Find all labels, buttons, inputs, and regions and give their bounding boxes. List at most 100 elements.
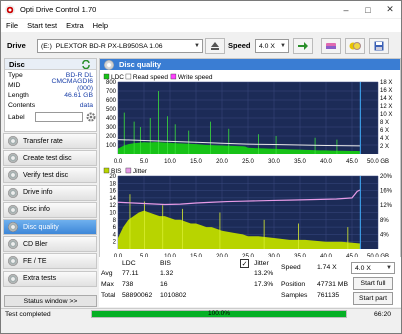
legend-label: Jitter [133, 168, 148, 175]
y-left-tick-label: 10 [109, 211, 116, 217]
nav-item-fe-te[interactable]: FE / TE [3, 253, 97, 270]
disc-icon [8, 222, 18, 232]
menu-start-test[interactable]: Start test [27, 21, 57, 30]
start-part-button[interactable]: Start part [353, 292, 393, 305]
legend-swatch [103, 73, 110, 80]
y-left-tick-label: 14 [109, 196, 116, 202]
test-speed-select[interactable]: 4.0 X ▼ [351, 262, 395, 274]
menu-bar: File Start test Extra Help [1, 19, 401, 32]
drive-name: PLEXTOR BD-R PX-LB950SA 1.06 [55, 42, 163, 50]
stats-panel: LDC BIS Avg 77.11 1.32 Max 738 16 Total … [99, 257, 401, 307]
disc-key: Contents [8, 101, 36, 109]
nav-item-create-test-disc[interactable]: Create test disc [3, 150, 97, 167]
close-icon[interactable]: ✕ [379, 1, 401, 18]
refresh-arrows-icon[interactable] [81, 59, 91, 69]
jitter-checkbox[interactable]: ✓ [240, 259, 249, 268]
y-right-tick-label: 20% [380, 174, 393, 180]
bis-jitter-chart: BISJitter0.05.010.015.020.025.030.035.04… [103, 167, 393, 260]
disc-row-contents: Contents data [5, 100, 96, 110]
chevron-down-icon: ▼ [194, 43, 200, 49]
row-total-label: Total [101, 292, 116, 299]
samples-label: Samples [281, 292, 308, 299]
disc-row-length: Length 46.61 GB [5, 90, 96, 100]
jitter-label: Jitter [254, 260, 269, 267]
speed-stat-label: Speed [281, 264, 301, 271]
y-right-tick-label: 6 X [380, 128, 389, 134]
erase-button[interactable] [321, 38, 341, 54]
nav-item-verify-test-disc[interactable]: Verify test disc [3, 167, 97, 184]
jitter-avg: 13.2% [254, 270, 274, 277]
start-full-button[interactable]: Start full [353, 277, 393, 290]
status-window-button[interactable]: Status window >> [4, 295, 97, 307]
disc-copy-button[interactable] [345, 38, 365, 54]
nav-item-label: Disc info [23, 206, 50, 214]
menu-file[interactable]: File [6, 21, 18, 30]
jitter-max: 17.3% [254, 281, 274, 288]
eject-icon [211, 42, 219, 50]
disc-icon [8, 153, 18, 164]
window-title: Opti Drive Control 1.70 [20, 5, 97, 14]
nav-item-label: Disc quality [23, 223, 59, 231]
y-left-tick-label: 4 [113, 232, 117, 238]
row-max-label: Max [101, 281, 114, 288]
eraser-icon [326, 43, 336, 49]
disc-panel-header: Disc [5, 59, 96, 70]
y-left-tick-label: 200 [106, 134, 117, 140]
app-disc-icon [5, 4, 15, 15]
nav-item-label: FE / TE [23, 257, 47, 265]
disc-icon [8, 170, 18, 181]
disc-icon [8, 187, 18, 198]
disc-value: CMCMAGDI6 (000) [51, 78, 93, 92]
y-left-tick-label: 12 [109, 203, 116, 209]
nav-item-label: Extra tests [23, 275, 57, 283]
legend-swatch [103, 167, 110, 174]
avg-ldc: 77.11 [122, 270, 139, 277]
y-left-tick-label: 16 [109, 189, 116, 195]
speed-select[interactable]: 4.0 X ▼ [255, 39, 289, 53]
nav-item-disc-info[interactable]: Disc info [3, 201, 97, 218]
legend-swatch [170, 73, 177, 80]
nav-item-extra-tests[interactable]: Extra tests [3, 270, 97, 287]
y-left-tick-label: 300 [106, 125, 117, 131]
col-ldc: LDC [122, 260, 136, 267]
title-bar: Opti Drive Control 1.70 – □ ✕ [1, 1, 401, 18]
eject-button[interactable] [205, 38, 225, 54]
refresh-button[interactable] [293, 38, 313, 54]
gear-icon[interactable] [86, 112, 96, 122]
maximize-icon[interactable]: □ [357, 1, 379, 18]
label-input[interactable] [35, 112, 83, 122]
row-avg-label: Avg [101, 270, 113, 277]
col-bis: BIS [160, 260, 171, 267]
total-ldc: 58890062 [122, 292, 153, 299]
avg-bis: 1.32 [160, 270, 174, 277]
y-right-tick-label: 18 X [380, 80, 392, 86]
save-button[interactable] [369, 38, 389, 54]
y-left-tick-label: 500 [106, 107, 117, 113]
y-right-tick-label: 16% [380, 189, 393, 195]
y-right-tick-label: 4% [380, 232, 389, 238]
menu-extra[interactable]: Extra [66, 21, 84, 30]
legend-label: Read speed [133, 74, 168, 81]
y-right-tick-label: 14 X [380, 96, 392, 102]
disc-info-panel: Disc Type BD-R DL MID CMCMAGDI6 (000) Leng… [4, 58, 97, 132]
nav-item-transfer-rate[interactable]: Transfer rate [3, 133, 97, 149]
speed-label: Speed [228, 41, 251, 50]
y-left-tick-label: 800 [106, 80, 117, 86]
chevron-down-icon: ▼ [280, 43, 286, 49]
disc-key: Type [8, 71, 23, 79]
chevron-down-icon: ▼ [386, 265, 392, 271]
max-ldc: 738 [122, 281, 134, 288]
nav-item-cd-bler[interactable]: CD Bler [3, 236, 97, 253]
y-right-tick-label: 8% [380, 218, 389, 224]
test-speed-value: 4.0 X [355, 264, 371, 272]
nav-item-disc-quality[interactable]: Disc quality [3, 219, 97, 235]
nav-item-drive-info[interactable]: Drive info [3, 184, 97, 201]
discs-icon [349, 42, 361, 50]
drive-select[interactable]: (E:) PLEXTOR BD-R PX-LB950SA 1.06 ▼ [37, 39, 203, 53]
disc-key: Length [8, 91, 29, 99]
minimize-icon[interactable]: – [335, 1, 357, 18]
y-left-tick-label: 18 [109, 181, 116, 187]
menu-help[interactable]: Help [93, 21, 108, 30]
disc-icon [104, 59, 114, 70]
ldc-chart: LDC Read speed Write speed0.0 5.0 10.0 15.0 20… [103, 73, 392, 165]
